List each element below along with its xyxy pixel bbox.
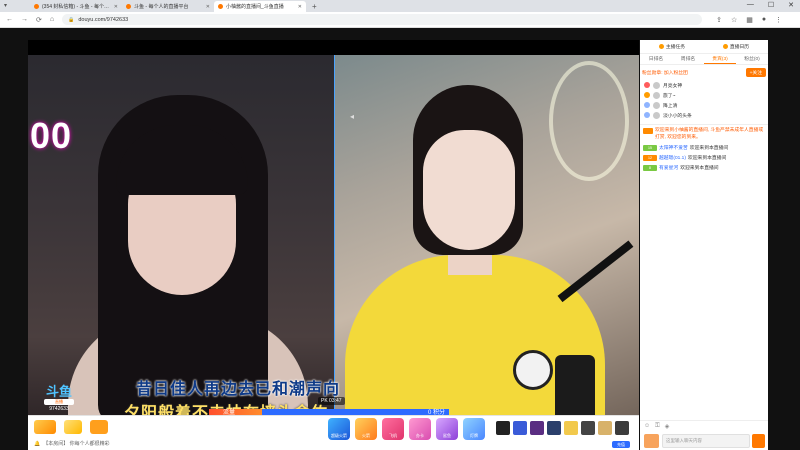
bell-icon: 🔔 xyxy=(34,440,41,447)
gift-super-rocket[interactable]: 超级火箭 xyxy=(328,418,350,440)
gift-light-board[interactable]: 灯牌 xyxy=(463,418,485,440)
new-tab-button[interactable]: + xyxy=(306,1,323,12)
ring-light xyxy=(549,61,629,181)
live-video-player[interactable]: 00 斗鱼 直播 9742633 ◂ 昔日佳人再边去已和潮声向 夕阳般着不去扶在… xyxy=(28,55,639,431)
panda-toy xyxy=(513,350,553,390)
gift-toolbar: 🔔 【本房间】 你每个人都很精彩 超级火箭 火箭 飞机 办卡 鲨鱼 灯牌 充值 xyxy=(28,415,639,450)
douyu-favicon-icon xyxy=(218,4,223,9)
forward-icon[interactable]: → xyxy=(21,16,28,23)
chat-message: 12 越越嗯(01.1) 欢迎来到本直播间 xyxy=(643,155,765,162)
tab-daily-rank[interactable]: 日排名 xyxy=(640,54,672,64)
reload-icon[interactable]: ⟳ xyxy=(36,16,42,24)
gift-item-icon[interactable] xyxy=(530,421,544,435)
task-icon[interactable] xyxy=(90,420,108,434)
fish-ball-icon[interactable] xyxy=(64,420,82,434)
tab-search-icon[interactable]: ▾ xyxy=(4,2,7,9)
browser-tabbar: ▾ (354 封私信箱) - 斗鱼 - 每个人的直播平台 ✕ 斗鱼 - 每个人的… xyxy=(0,0,800,12)
url-text: douyu.com/9742633 xyxy=(78,16,129,23)
profile-icon[interactable]: ● xyxy=(762,16,766,24)
follow-button[interactable]: +关注 xyxy=(745,68,766,77)
overlay-digits: 00 xyxy=(30,115,73,156)
gift-item-icon[interactable] xyxy=(598,421,612,435)
browser-tab-3[interactable]: 小柚酱的直播间_斗鱼直播 ✕ xyxy=(214,1,306,12)
chat-input[interactable]: 这里输入聊天内容 xyxy=(662,434,750,448)
gift-item-icon[interactable] xyxy=(581,421,595,435)
rank-row[interactable]: 降上清 xyxy=(640,100,768,110)
douyu-favicon-icon xyxy=(34,4,39,9)
charge-button[interactable]: 充值 xyxy=(612,441,630,448)
gift-card[interactable]: 办卡 xyxy=(409,418,431,440)
browser-tab-1[interactable]: (354 封私信箱) - 斗鱼 - 每个人的直播平台 ✕ xyxy=(30,1,122,12)
menu-icon[interactable]: ⋮ xyxy=(775,16,782,24)
gift-item-icon[interactable] xyxy=(547,421,561,435)
gift-plane[interactable]: 飞机 xyxy=(382,418,404,440)
rank-row[interactable]: 淡小小的头条 xyxy=(640,110,768,120)
lyric-line-1: 昔日佳人再边去已和潮声向 xyxy=(136,381,341,398)
gift-item-icon[interactable] xyxy=(496,421,510,435)
welcome-message: 欢迎来到小柚酱的直播间, 斗鱼严禁未成年人直播或打赏, 欢迎您的到来。 xyxy=(643,128,765,142)
chat-list: 欢迎来到小柚酱的直播间, 斗鱼严禁未成年人直播或打赏, 欢迎您的到来。 15 太… xyxy=(640,124,768,175)
right-edge-strip xyxy=(768,40,800,450)
chat-message: 8 有爱星河 欢迎来到本直播间 xyxy=(643,165,765,172)
close-tab-icon[interactable]: ✕ xyxy=(298,4,302,10)
address-bar: ← → ⟳ ⌂ 🔒 douyu.com/9742633 ⇪ ☆ ▦ ● ⋮ xyxy=(0,12,800,28)
video-right-streamer xyxy=(334,55,639,431)
close-window-icon[interactable]: ✕ xyxy=(788,1,794,9)
room-id: 9742633 xyxy=(49,406,69,412)
tab-title: 斗鱼 - 每个人的直播平台 xyxy=(134,4,189,10)
emoji-icon[interactable]: ☺ xyxy=(644,423,650,430)
extensions-icon[interactable]: ▦ xyxy=(746,16,753,24)
browser-tab-2[interactable]: 斗鱼 - 每个人的直播平台 ✕ xyxy=(122,1,214,12)
maximize-icon[interactable]: ☐ xyxy=(768,1,774,9)
lock-icon: 🔒 xyxy=(68,16,75,23)
tab-title: 小柚酱的直播间_斗鱼直播 xyxy=(226,4,284,10)
douyu-watermark: 斗鱼 直播 9742633 xyxy=(44,384,74,412)
gift-item-icon[interactable] xyxy=(564,421,578,435)
send-button[interactable] xyxy=(752,434,765,448)
gift-shark[interactable]: 鲨鱼 xyxy=(436,418,458,440)
chat-message: 15 太阳神不爱苦 欢迎来到本直播间 xyxy=(643,145,765,152)
share-icon[interactable]: ⇪ xyxy=(716,16,722,24)
live-calendar-button[interactable]: 直播日历 xyxy=(722,43,749,50)
fans-badge-text: 粉丝勋章: 加入粉丝团 xyxy=(642,71,688,76)
lock-icon[interactable]: ⚿ xyxy=(655,423,660,430)
room-notice: 🔔 【本房间】 你每个人都很精彩 xyxy=(34,440,110,448)
pk-timer: PK 03:47 xyxy=(318,397,345,405)
page: 00 斗鱼 直播 9742633 ◂ 昔日佳人再边去已和潮声向 夕阳般着不去扶在… xyxy=(0,28,800,450)
chat-panel: 主播任务 直播日历 日排名 周排名 贵宾(3) 粉丝(0) 粉丝勋章: 加入粉丝… xyxy=(640,40,768,450)
wallet-icon[interactable] xyxy=(34,420,56,434)
url-field[interactable]: 🔒 douyu.com/9742633 xyxy=(62,14,703,25)
douyu-favicon-icon xyxy=(126,4,131,9)
rank-row[interactable]: 月亮女神 xyxy=(640,80,768,90)
minimize-icon[interactable]: — xyxy=(747,1,754,9)
tab-weekly-rank[interactable]: 周排名 xyxy=(672,54,704,64)
speaker-icon[interactable]: ◂ xyxy=(350,112,354,121)
close-tab-icon[interactable]: ✕ xyxy=(114,4,118,10)
rank-row[interactable]: 旅了~ xyxy=(640,90,768,100)
fan-badge-icon[interactable]: ◈ xyxy=(665,423,670,430)
bookmark-star-icon[interactable]: ☆ xyxy=(731,16,737,24)
user-avatar[interactable] xyxy=(644,434,659,448)
tab-fans[interactable]: 粉丝(0) xyxy=(736,54,768,64)
gift-item-icon[interactable] xyxy=(615,421,629,435)
video-top-bar xyxy=(28,40,639,55)
gift-item-icon[interactable] xyxy=(513,421,527,435)
tab-vip[interactable]: 贵宾(3) xyxy=(704,54,736,64)
tab-title: (354 封私信箱) - 斗鱼 - 每个人的直播平台 xyxy=(42,4,111,10)
back-icon[interactable]: ← xyxy=(6,16,13,23)
chat-input-area: ☺ ⚿ ◈ 这里输入聊天内容 xyxy=(640,420,768,450)
close-tab-icon[interactable]: ✕ xyxy=(206,4,210,10)
streamer-task-button[interactable]: 主播任务 xyxy=(658,43,685,50)
home-icon[interactable]: ⌂ xyxy=(50,16,54,23)
gift-rocket[interactable]: 火箭 xyxy=(355,418,377,440)
